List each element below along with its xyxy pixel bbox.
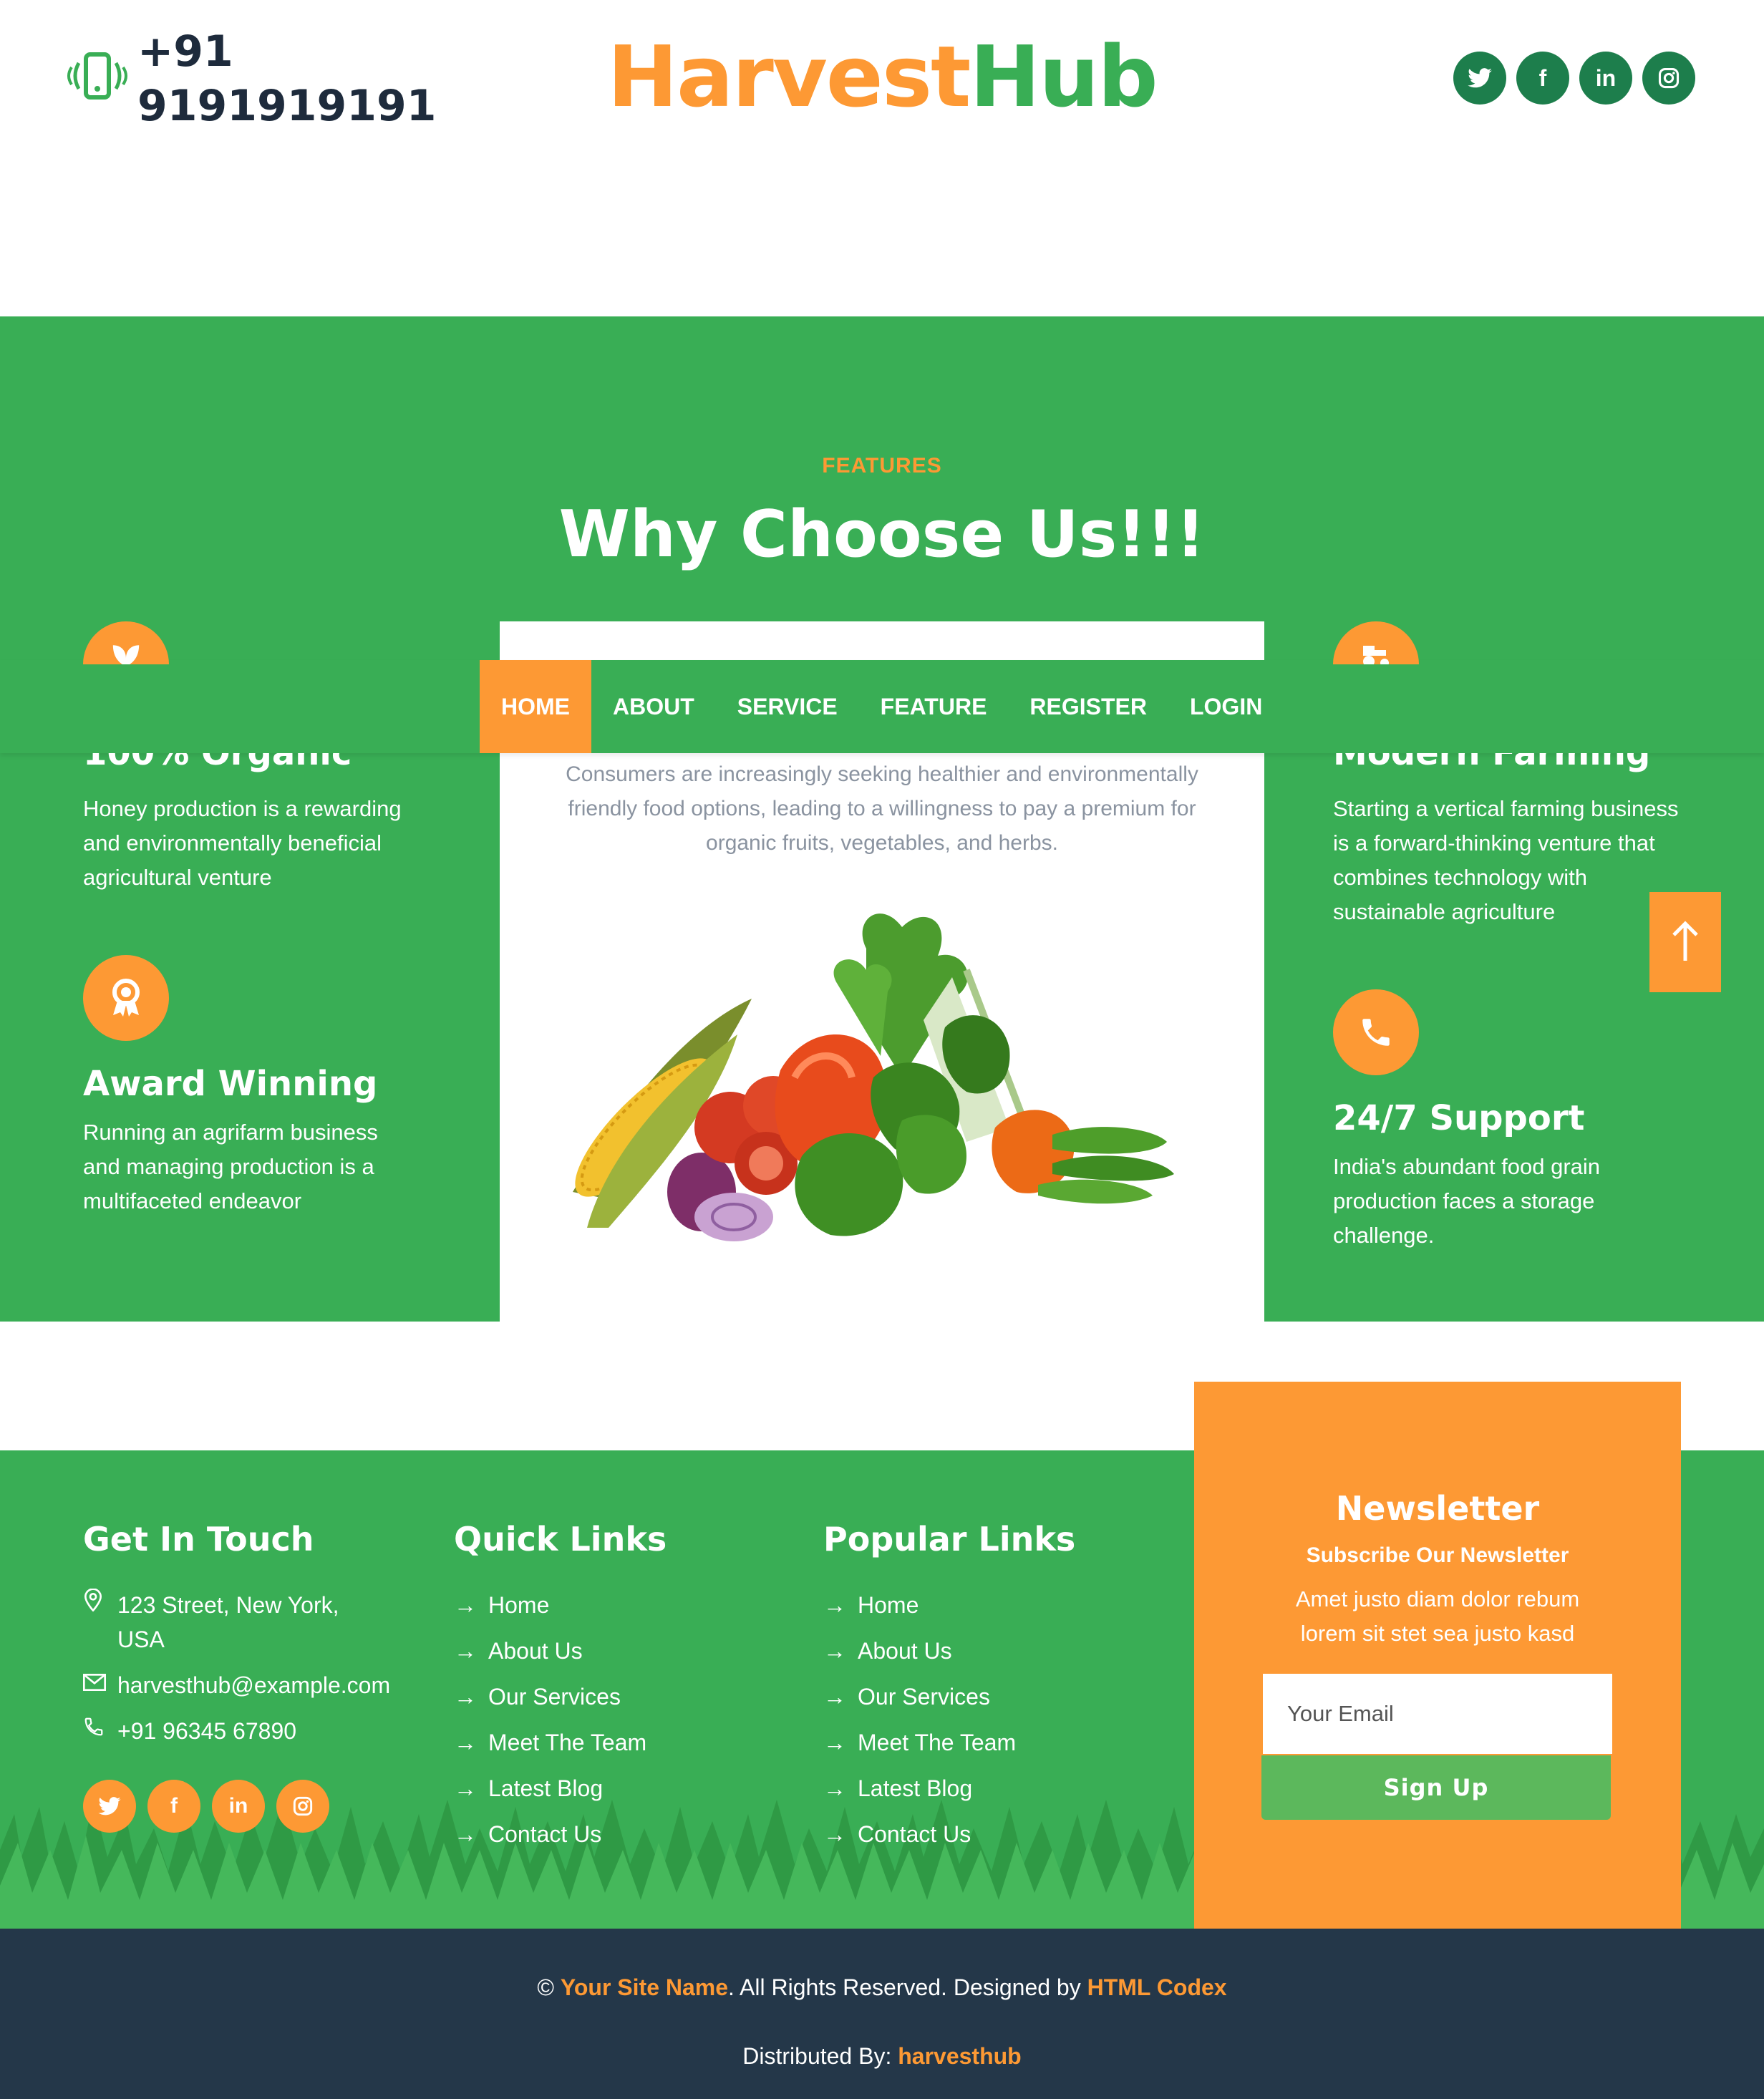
features-subtitle: FEATURES xyxy=(822,454,942,478)
copyright-bar: © Your Site Name. All Rights Reserved. D… xyxy=(0,1929,1764,2099)
arrow-right-icon: → xyxy=(823,1592,846,1618)
newsletter-box: Newsletter Subscribe Our Newsletter Amet… xyxy=(1194,1382,1681,1929)
arrow-right-icon: → xyxy=(454,1775,477,1801)
brand-part-1: Harvest xyxy=(607,27,971,126)
phone-icon xyxy=(1333,989,1419,1075)
main-navbar: HOME ABOUT SERVICE FEATURE REGISTER LOGI… xyxy=(0,621,1764,753)
feature-award-winning: Award Winning Running an agrifarm busine… xyxy=(83,955,455,1218)
arrow-right-icon: → xyxy=(454,1592,477,1618)
top-header: +91 9191919191 HarvestHub f in xyxy=(0,0,1764,316)
nav-service[interactable]: SERVICE xyxy=(716,660,859,753)
instagram-icon[interactable] xyxy=(276,1780,329,1833)
popular-link-home[interactable]: → Home xyxy=(823,1588,1124,1622)
features-title: Why Choose Us!!! xyxy=(558,497,1206,572)
popular-link-contact[interactable]: → Contact Us xyxy=(823,1817,1124,1851)
arrow-right-icon: → xyxy=(823,1775,846,1801)
footer-address: 123 Street, New York, USA xyxy=(83,1588,412,1657)
features-card-text: Consumers are increasingly seeking healt… xyxy=(566,762,1198,855)
footer-quick-links: Quick Links → Home → About Us → Our Service… xyxy=(454,1519,755,1863)
arrow-right-icon: → xyxy=(823,1821,846,1847)
newsletter-title: Newsletter xyxy=(1335,1489,1540,1528)
nav-register[interactable]: REGISTER xyxy=(1008,660,1168,753)
footer-email-text[interactable]: harvesthub@example.com xyxy=(117,1668,390,1702)
header-social-links: f in xyxy=(1453,52,1695,105)
vegetables-image xyxy=(573,913,1174,1241)
quick-link-blog[interactable]: → Latest Blog xyxy=(454,1771,755,1805)
arrow-right-icon: → xyxy=(454,1684,477,1710)
newsletter-email-input[interactable] xyxy=(1263,1674,1612,1754)
popular-link-about[interactable]: → About Us xyxy=(823,1634,1124,1668)
facebook-icon[interactable]: f xyxy=(147,1780,200,1833)
leaf-icon xyxy=(83,621,169,664)
arrow-right-icon: → xyxy=(454,1730,477,1755)
nav-feature[interactable]: FEATURE xyxy=(859,660,1009,753)
newsletter-subtitle: Subscribe Our Newsletter xyxy=(1306,1543,1569,1567)
quick-links-title: Quick Links xyxy=(454,1520,667,1559)
footer-popular-links: Popular Links → Home → About Us → Our Servi… xyxy=(823,1519,1124,1863)
nav-home[interactable]: HOME xyxy=(480,660,591,753)
copyright-line: © Your Site Name. All Rights Reserved. D… xyxy=(0,1974,1764,2001)
distributed-line: Distributed By: harvesthub xyxy=(0,2043,1764,2070)
map-pin-icon xyxy=(83,1588,117,1657)
arrow-right-icon: → xyxy=(823,1638,846,1664)
nav-about[interactable]: ABOUT xyxy=(591,660,716,753)
popular-link-team[interactable]: → Meet The Team xyxy=(823,1725,1124,1760)
footer-email: harvesthub@example.com xyxy=(83,1668,412,1702)
back-to-top-button[interactable] xyxy=(1649,892,1721,992)
arrow-right-icon: → xyxy=(454,1638,477,1664)
footer-phone-text: +91 96345 67890 xyxy=(117,1718,297,1744)
designer-link[interactable]: HTML Codex xyxy=(1087,1974,1227,2000)
quick-link-team[interactable]: → Meet The Team xyxy=(454,1725,755,1760)
award-icon xyxy=(83,955,169,1041)
brand-part-2: Hub xyxy=(969,27,1158,126)
twitter-icon[interactable] xyxy=(1453,52,1506,105)
newsletter-text: Amet justo diam dolor rebum lorem sit st… xyxy=(1295,1586,1580,1646)
distributor-link[interactable]: harvesthub xyxy=(898,2043,1021,2069)
feature-description: India's abundant food grain production f… xyxy=(1333,1154,1601,1248)
feature-modern-farming-description: Starting a vertical farming business is … xyxy=(1333,796,1679,924)
instagram-icon[interactable] xyxy=(1642,52,1695,105)
feature-organic-title: 100% Organic xyxy=(83,753,352,773)
envelope-icon xyxy=(83,1668,117,1702)
footer-social-links: f in xyxy=(83,1780,412,1833)
feature-title: Award Winning xyxy=(83,1064,378,1104)
footer-contact-title: Get In Touch xyxy=(83,1520,314,1559)
site-name-link[interactable]: Your Site Name xyxy=(561,1974,728,2000)
linkedin-icon[interactable]: in xyxy=(1579,52,1632,105)
copyright-text: . All Rights Reserved. Designed by xyxy=(728,1974,1081,2000)
twitter-icon[interactable] xyxy=(83,1780,136,1833)
feature-support: 24/7 Support India's abundant food grain… xyxy=(1333,989,1705,1253)
quick-link-about[interactable]: → About Us xyxy=(454,1634,755,1668)
tractor-icon xyxy=(1333,621,1419,664)
footer-phone: +91 96345 67890 xyxy=(83,1714,412,1748)
nav-menu: HOME ABOUT SERVICE FEATURE REGISTER LOGI… xyxy=(480,660,1284,753)
arrow-right-icon: → xyxy=(454,1821,477,1847)
quick-link-services[interactable]: → Our Services xyxy=(454,1679,755,1714)
feature-title: 24/7 Support xyxy=(1333,1098,1585,1138)
feature-modern-farming-title: Modern Farming xyxy=(1333,753,1651,773)
arrow-right-icon: → xyxy=(823,1684,846,1710)
arrow-right-icon: → xyxy=(823,1730,846,1755)
footer-address-text: 123 Street, New York, USA xyxy=(117,1592,339,1652)
newsletter-signup-button[interactable]: Sign Up xyxy=(1261,1755,1611,1820)
footer-contact: Get In Touch 123 Street, New York, USA h… xyxy=(83,1519,412,1833)
quick-link-contact[interactable]: → Contact Us xyxy=(454,1817,755,1851)
linkedin-icon[interactable]: in xyxy=(212,1780,265,1833)
quick-link-home[interactable]: → Home xyxy=(454,1588,755,1622)
feature-description: Running an agrifarm business and managin… xyxy=(83,1120,378,1213)
arrow-up-icon xyxy=(1672,921,1698,961)
feature-organic-description: Honey production is a rewarding and envi… xyxy=(83,796,402,890)
nav-login[interactable]: LOGIN xyxy=(1168,660,1284,753)
popular-links-title: Popular Links xyxy=(823,1520,1076,1559)
distributed-label: Distributed By: xyxy=(742,2043,892,2069)
popular-link-services[interactable]: → Our Services xyxy=(823,1679,1124,1714)
facebook-icon[interactable]: f xyxy=(1516,52,1569,105)
popular-link-blog[interactable]: → Latest Blog xyxy=(823,1771,1124,1805)
phone-icon xyxy=(83,1714,117,1748)
copyright-symbol: © xyxy=(537,1974,554,2000)
